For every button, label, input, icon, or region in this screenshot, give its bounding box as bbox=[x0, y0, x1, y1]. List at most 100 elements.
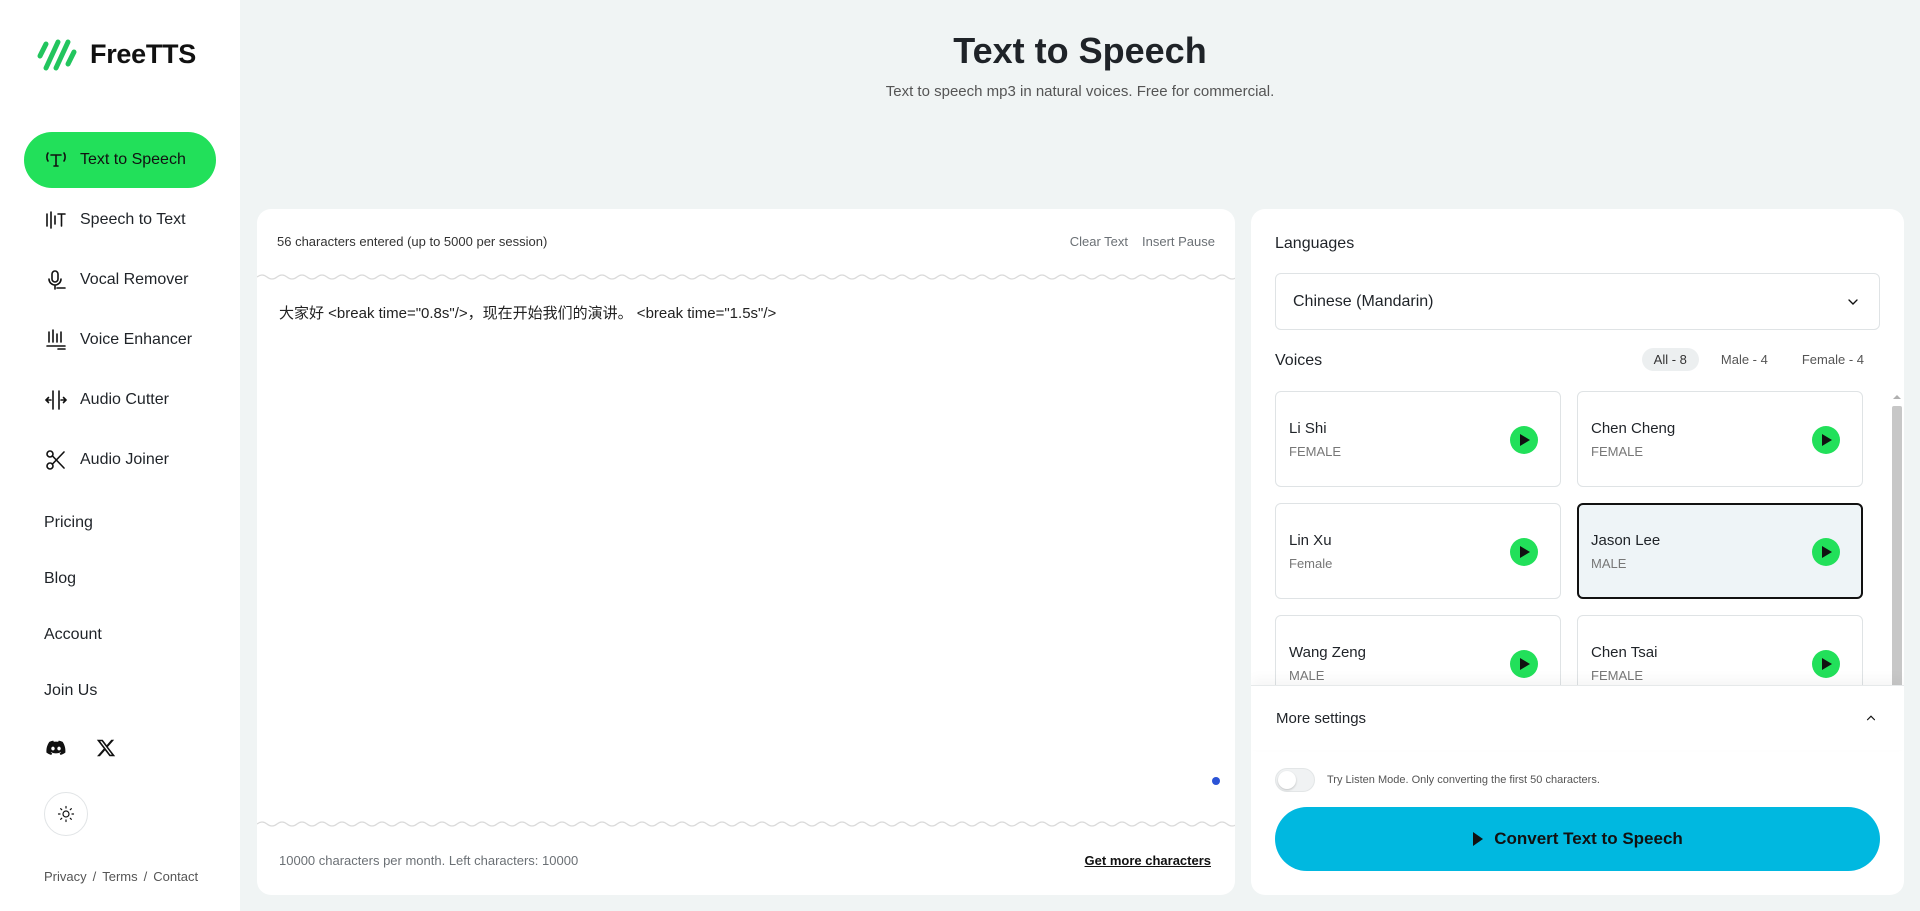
voice-settings-panel: Languages Chinese (Mandarin) Voices All … bbox=[1251, 209, 1904, 895]
link-account[interactable]: Account bbox=[44, 626, 102, 644]
editor-actions: Clear Text Insert Pause bbox=[1070, 234, 1215, 249]
play-icon bbox=[1520, 434, 1530, 446]
voice-card[interactable]: Chen Cheng FEMALE bbox=[1577, 391, 1863, 487]
filter-all[interactable]: All - 8 bbox=[1641, 348, 1699, 371]
convert-label: Convert Text to Speech bbox=[1494, 829, 1683, 848]
voice-filters: All - 8 Male - 4 Female - 4 bbox=[1641, 348, 1876, 371]
link-join-us[interactable]: Join Us bbox=[44, 682, 97, 700]
voice-gender: MALE bbox=[1591, 556, 1627, 571]
sidebar: FreeTTS Text to Speech Speech to Text Vo… bbox=[0, 0, 240, 911]
voice-card-selected[interactable]: Jason Lee MALE bbox=[1577, 503, 1863, 599]
voice-card[interactable]: Li Shi FEMALE bbox=[1275, 391, 1561, 487]
play-icon bbox=[1822, 546, 1832, 558]
nav-audio-cutter[interactable]: Audio Cutter bbox=[24, 372, 216, 428]
x-icon[interactable] bbox=[94, 736, 118, 760]
language-value: Chinese (Mandarin) bbox=[1293, 292, 1434, 310]
nav-label: Voice Enhancer bbox=[80, 331, 193, 348]
logo-text: FreeTTS bbox=[90, 38, 196, 69]
voice-name: Li Shi bbox=[1289, 420, 1327, 437]
filter-female[interactable]: Female - 4 bbox=[1790, 348, 1876, 371]
text-editor-card: 56 characters entered (up to 5000 per se… bbox=[257, 209, 1235, 895]
waveform-text-icon bbox=[44, 208, 68, 232]
nav-label: Audio Cutter bbox=[80, 391, 169, 408]
more-settings-label: More settings bbox=[1276, 709, 1367, 727]
play-preview-button[interactable] bbox=[1812, 426, 1840, 454]
play-preview-button[interactable] bbox=[1510, 538, 1538, 566]
quota-text: 10000 characters per month. Left charact… bbox=[279, 853, 579, 868]
audio-cut-icon bbox=[44, 388, 68, 412]
voice-name: Chen Cheng bbox=[1591, 420, 1676, 437]
terms-link[interactable]: Terms bbox=[102, 869, 137, 884]
chevron-down-icon bbox=[1848, 298, 1858, 305]
play-preview-button[interactable] bbox=[1510, 426, 1538, 454]
get-more-characters-link[interactable]: Get more characters bbox=[1085, 853, 1211, 868]
play-icon bbox=[1520, 658, 1530, 670]
play-icon bbox=[1822, 658, 1832, 670]
scroll-up-arrow-icon bbox=[1893, 395, 1901, 399]
privacy-link[interactable]: Privacy bbox=[44, 869, 87, 884]
wave-divider bbox=[257, 274, 1235, 280]
language-select[interactable]: Chinese (Mandarin) bbox=[1275, 273, 1880, 330]
play-preview-button[interactable] bbox=[1812, 650, 1840, 678]
nav-label: Vocal Remover bbox=[80, 271, 189, 288]
scroll-thumb[interactable] bbox=[1892, 406, 1902, 692]
separator: / bbox=[143, 869, 148, 884]
social-links bbox=[44, 736, 118, 760]
nav-speech-to-text[interactable]: Speech to Text bbox=[24, 192, 216, 248]
theme-toggle-button[interactable] bbox=[44, 792, 88, 836]
convert-button[interactable]: Convert Text to Speech bbox=[1275, 807, 1880, 871]
voice-name: Wang Zeng bbox=[1289, 644, 1366, 661]
voices-label: Voices bbox=[1275, 352, 1323, 369]
voice-card[interactable]: Lin Xu Female bbox=[1275, 503, 1561, 599]
voice-gender: MALE bbox=[1289, 668, 1325, 683]
nav-text-to-speech[interactable]: Text to Speech bbox=[24, 132, 216, 188]
status-dot bbox=[1212, 777, 1220, 785]
nav-label: Speech to Text bbox=[80, 211, 186, 228]
link-blog[interactable]: Blog bbox=[44, 570, 76, 588]
play-icon bbox=[1473, 832, 1484, 846]
text-input[interactable]: 大家好 <break time="0.8s"/>，现在开始我们的演讲。 <bre… bbox=[279, 303, 1209, 723]
contact-link[interactable]: Contact bbox=[153, 869, 198, 884]
char-count: 56 characters entered (up to 5000 per se… bbox=[277, 233, 548, 249]
play-icon bbox=[1520, 546, 1530, 558]
scissors-icon bbox=[44, 448, 68, 472]
voice-gender: Female bbox=[1289, 556, 1333, 571]
voice-gender: FEMALE bbox=[1289, 444, 1342, 459]
editor-footer: 10000 characters per month. Left charact… bbox=[279, 853, 1211, 868]
nav-label: Text to Speech bbox=[80, 151, 186, 168]
listen-mode-label: Try Listen Mode. Only converting the fir… bbox=[1327, 774, 1600, 786]
voice-name: Jason Lee bbox=[1591, 532, 1661, 549]
logo[interactable]: FreeTTS bbox=[36, 34, 196, 74]
separator: / bbox=[92, 869, 97, 884]
clear-text-button[interactable]: Clear Text bbox=[1070, 234, 1128, 249]
listen-mode-toggle[interactable] bbox=[1275, 768, 1315, 792]
wave-divider bbox=[257, 821, 1235, 827]
freetts-logo-icon bbox=[37, 39, 77, 71]
nav-vocal-remover[interactable]: Vocal Remover bbox=[24, 252, 216, 308]
filter-male[interactable]: Male - 4 bbox=[1709, 348, 1780, 371]
insert-pause-button[interactable]: Insert Pause bbox=[1142, 234, 1215, 249]
discord-icon[interactable] bbox=[44, 736, 68, 760]
chevron-up-icon bbox=[1866, 715, 1876, 721]
text-t-icon bbox=[44, 148, 68, 172]
listen-mode-row: Try Listen Mode. Only converting the fir… bbox=[1275, 768, 1600, 792]
nav-audio-joiner[interactable]: Audio Joiner bbox=[24, 432, 216, 488]
voice-name: Lin Xu bbox=[1289, 532, 1332, 549]
more-settings-toggle[interactable]: More settings bbox=[1251, 685, 1904, 750]
nav-voice-enhancer[interactable]: Voice Enhancer bbox=[24, 312, 216, 368]
languages-label: Languages bbox=[1275, 235, 1355, 252]
voice-gender: FEMALE bbox=[1591, 668, 1644, 683]
microphone-icon bbox=[44, 268, 68, 292]
link-pricing[interactable]: Pricing bbox=[44, 514, 93, 532]
voices-scrollbar[interactable] bbox=[1890, 392, 1902, 692]
page-subtitle: Text to speech mp3 in natural voices. Fr… bbox=[885, 83, 1275, 100]
play-preview-button[interactable] bbox=[1510, 650, 1538, 678]
voice-gender: FEMALE bbox=[1591, 444, 1644, 459]
sound-enhance-icon bbox=[44, 328, 68, 352]
sun-icon bbox=[57, 805, 75, 823]
footer-links: Privacy / Terms / Contact bbox=[44, 869, 198, 884]
play-preview-button[interactable] bbox=[1812, 538, 1840, 566]
play-icon bbox=[1822, 434, 1832, 446]
voice-name: Chen Tsai bbox=[1591, 644, 1658, 661]
editor-toolbar: 56 characters entered (up to 5000 per se… bbox=[257, 209, 1235, 273]
